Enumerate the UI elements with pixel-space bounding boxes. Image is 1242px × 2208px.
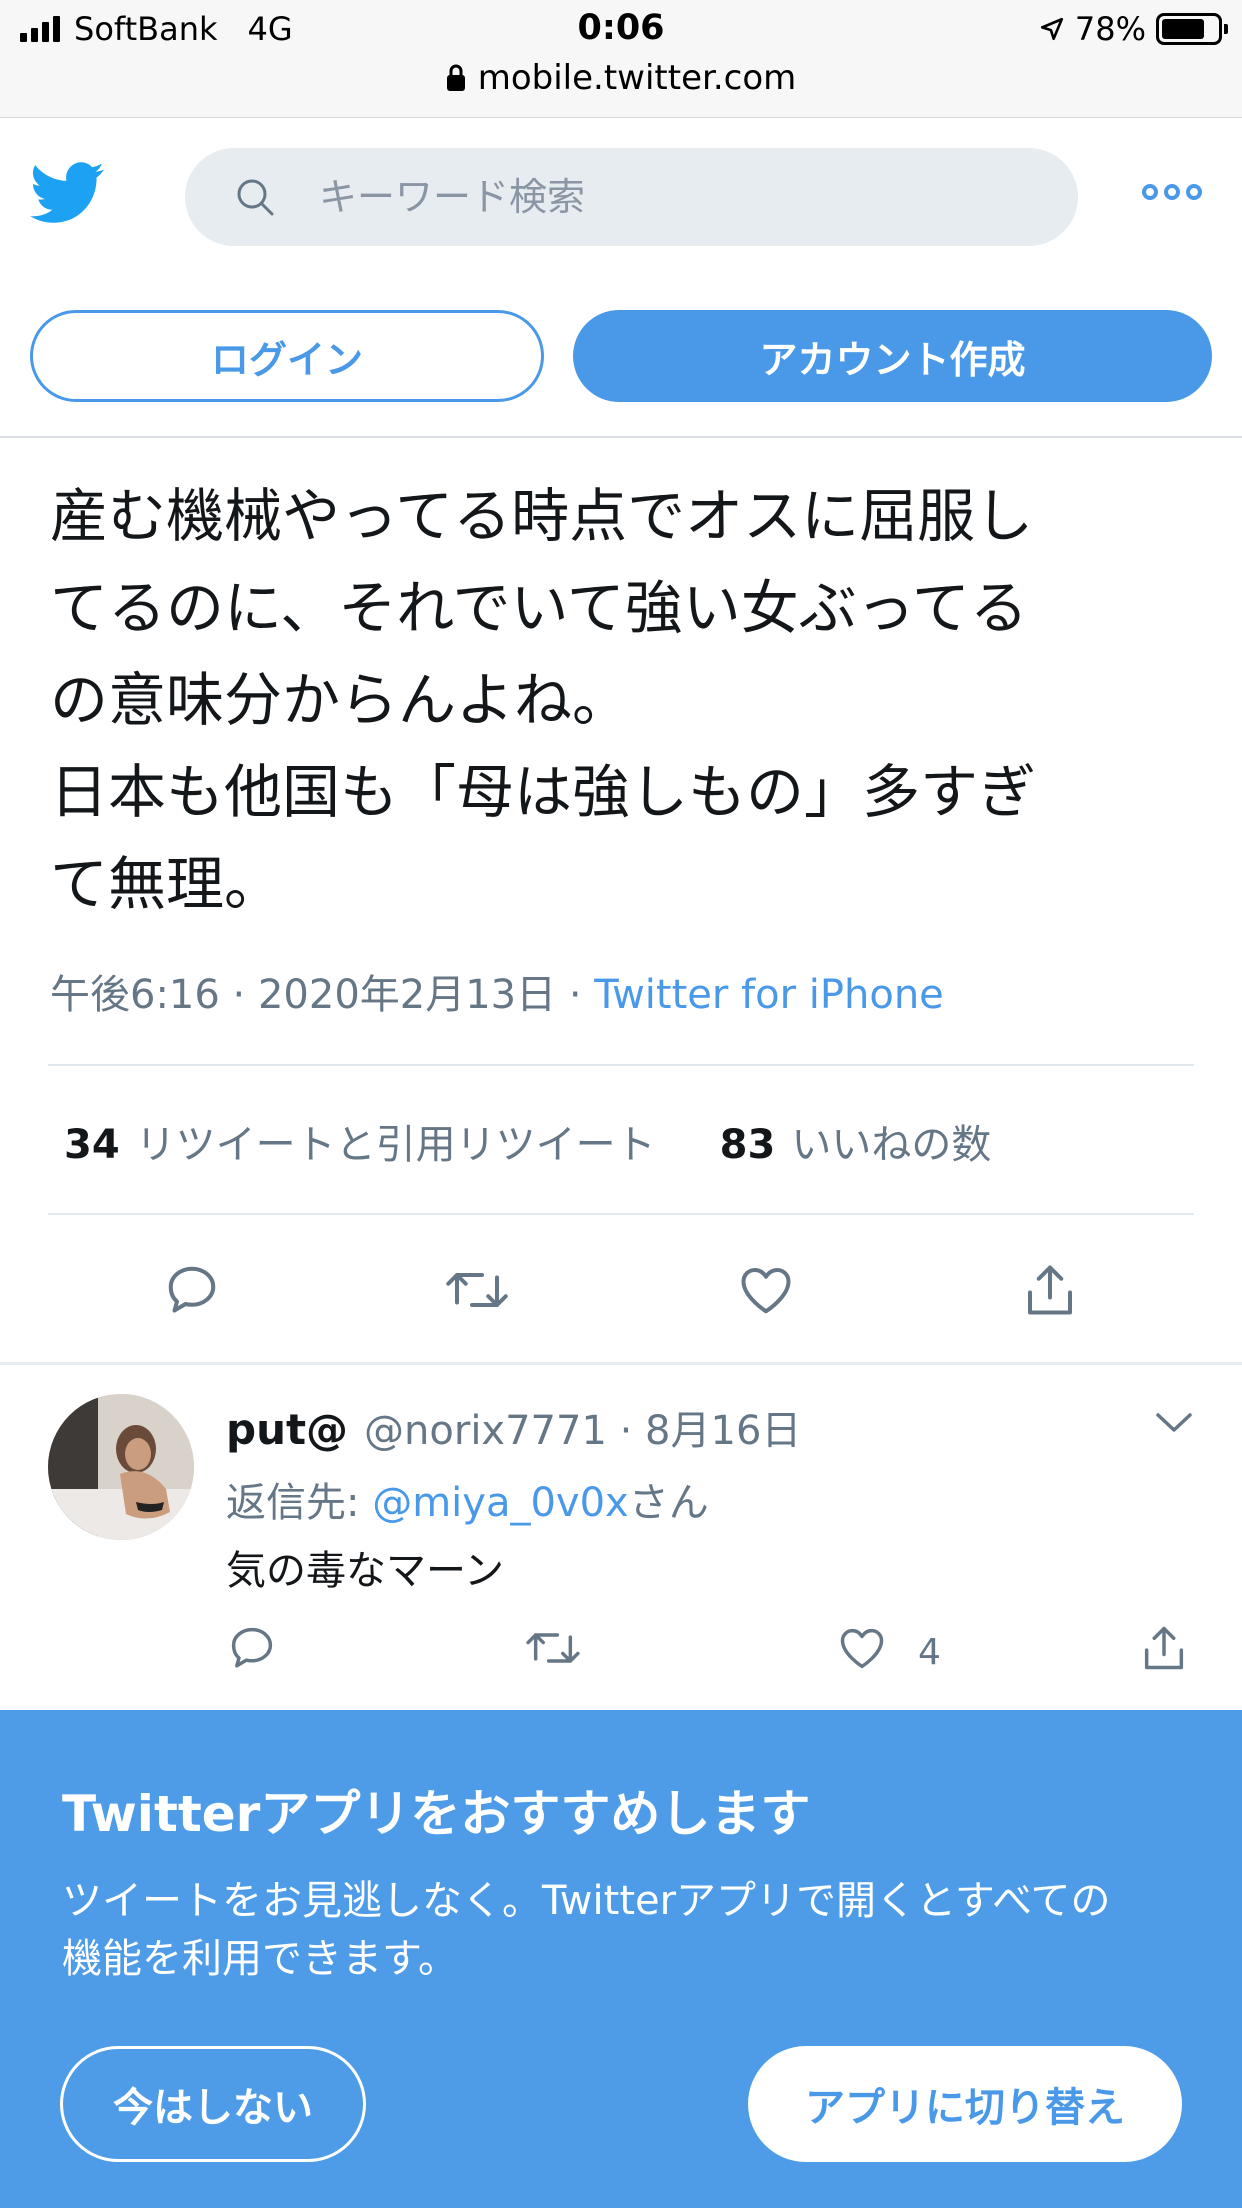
reply-to-handle[interactable]: @miya_0v0x (372, 1480, 629, 1526)
tweet-timestamp[interactable]: 午後6:16 · 2020年2月13日 · (50, 972, 594, 1018)
url-text: mobile.twitter.com (477, 58, 797, 98)
battery-icon (1156, 13, 1228, 45)
chevron-down-icon[interactable] (1154, 1410, 1194, 1436)
reply-to-suffix: さん (628, 1480, 709, 1526)
share-icon (1138, 1622, 1190, 1683)
location-arrow-icon (1039, 16, 1065, 42)
avatar[interactable] (48, 1394, 194, 1540)
tweet-actions (0, 1250, 1242, 1360)
divider (48, 1064, 1194, 1066)
retweet-icon (524, 1622, 582, 1683)
tweet-source-link[interactable]: Twitter for iPhone (594, 972, 944, 1018)
more-options-icon[interactable] (1142, 184, 1202, 200)
divider (48, 1213, 1194, 1215)
auth-buttons: ログイン アカウント作成 (0, 310, 1242, 438)
reply-handle-date[interactable]: @norix7771 · 8月16日 (364, 1398, 801, 1456)
twitter-bird-icon[interactable] (29, 162, 106, 228)
signup-button[interactable]: アカウント作成 (573, 310, 1212, 402)
like-count: 83 (719, 1122, 776, 1168)
retweet-button[interactable] (444, 1260, 510, 1324)
share-button[interactable] (1020, 1260, 1080, 1324)
status-right: 78% (1039, 10, 1228, 48)
retweet-stat[interactable]: 34 リツイートと引用リツイート (64, 1112, 656, 1170)
switch-to-app-button[interactable]: アプリに切り替え (748, 2046, 1182, 2162)
reply-header: put@ @norix7771 · 8月16日 (226, 1398, 801, 1456)
reply-like-count: 4 (918, 1632, 941, 1673)
search-input[interactable] (319, 175, 1019, 219)
search-icon (235, 177, 275, 217)
lock-icon (446, 64, 466, 92)
reply-icon (226, 1622, 278, 1683)
search-bar[interactable] (185, 148, 1078, 246)
reply-like-button[interactable]: 4 (836, 1622, 941, 1683)
reply-retweet-button[interactable] (524, 1622, 582, 1683)
battery-fill (1162, 19, 1205, 39)
heart-icon (736, 1260, 796, 1324)
battery-percent: 78% (1074, 10, 1146, 48)
site-header (0, 118, 1242, 278)
like-button[interactable] (736, 1260, 796, 1324)
reply-button[interactable] (162, 1260, 222, 1324)
share-icon (1020, 1260, 1080, 1324)
login-button[interactable]: ログイン (30, 310, 544, 402)
tweet-text: 産む機械やってる時点でオスに屈服し てるのに、それでいて強い女ぶってる の意味分… (50, 482, 1037, 918)
status-bar: SoftBank 4G 0:06 78% mobile.twitter.com (0, 0, 1242, 118)
like-label: いいねの数 (791, 1122, 992, 1168)
reply-actions: 4 (0, 1622, 1242, 1702)
reply-icon (162, 1260, 222, 1324)
section-divider (0, 1362, 1242, 1365)
reply-share-button[interactable] (1138, 1622, 1190, 1683)
heart-icon (836, 1622, 888, 1683)
tweet-stats: 34 リツイートと引用リツイート 83 いいねの数 (64, 1112, 1055, 1170)
retweet-icon (444, 1260, 510, 1324)
banner-description: ツイートをお見逃しなく。Twitterアプリで開くとすべての 機能を利用できます… (62, 1878, 1111, 1982)
reply-author-name[interactable]: put@ (226, 1405, 348, 1454)
retweet-count: 34 (64, 1122, 120, 1168)
like-stat[interactable]: 83 いいねの数 (720, 1112, 992, 1170)
tweet-meta: 午後6:16 · 2020年2月13日 · Twitter for iPhone (50, 962, 944, 1020)
not-now-button[interactable]: 今はしない (60, 2046, 366, 2162)
app-promo-banner: Twitterアプリをおすすめします ツイートをお見逃しなく。Twitterアプ… (0, 1710, 1242, 2208)
reply-to-line: 返信先: @miya_0v0xさん (226, 1470, 709, 1528)
reply-text: 気の毒なマーン (226, 1548, 504, 1594)
url-bar[interactable]: mobile.twitter.com (0, 58, 1242, 98)
reply-reply-button[interactable] (226, 1622, 278, 1683)
banner-title: Twitterアプリをおすすめします (62, 1785, 811, 1843)
retweet-label: リツイートと引用リツイート (135, 1122, 656, 1168)
reply-to-prefix: 返信先: (226, 1480, 373, 1526)
